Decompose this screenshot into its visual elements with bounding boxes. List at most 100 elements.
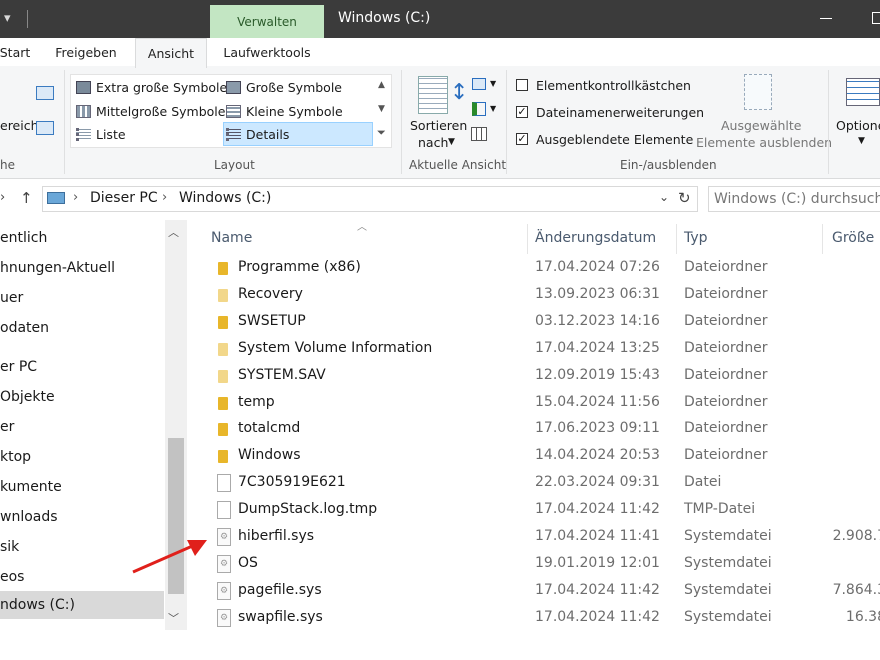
breadcrumb-windows-c[interactable]: Windows (C:) bbox=[179, 190, 271, 206]
hide-selected-label[interactable]: Ausgewählte bbox=[721, 118, 801, 133]
file-row[interactable]: ⚙ swapfile.sys 17.04.2024 11:42 Systemdatei… bbox=[206, 605, 880, 632]
hide-selected-label-2[interactable]: Elemente ausblenden bbox=[696, 135, 832, 150]
details-pane-icon[interactable] bbox=[36, 121, 54, 135]
tab-freigeben[interactable]: Freigeben bbox=[46, 38, 126, 66]
einaus-group-label: Ein-/ausblenden bbox=[620, 158, 717, 172]
nav-item[interactable]: wnloads bbox=[0, 509, 58, 525]
column-header-type[interactable]: Typ bbox=[684, 230, 708, 246]
tab-laufwerktools[interactable]: Laufwerktools bbox=[214, 38, 320, 66]
sort-by-icon[interactable] bbox=[418, 76, 448, 114]
ribbon-tab-row bbox=[0, 38, 880, 67]
file-row[interactable]: totalcmd 17.06.2023 09:11 Dateiordner bbox=[206, 416, 880, 443]
breadcrumb-chevron-icon[interactable]: › bbox=[73, 190, 78, 205]
column-divider[interactable] bbox=[676, 224, 677, 254]
sort-dropdown-icon[interactable]: ▼ bbox=[448, 137, 455, 147]
group-by-icon[interactable] bbox=[472, 78, 486, 90]
nav-item[interactable]: Objekte bbox=[0, 389, 55, 405]
file-row[interactable]: SWSETUP 03.12.2023 14:16 Dateiordner bbox=[206, 309, 880, 336]
tab-start[interactable]: Start bbox=[0, 38, 30, 66]
navigation-pane-icon[interactable] bbox=[36, 86, 54, 100]
file-row[interactable]: temp 15.04.2024 11:56 Dateiordner bbox=[206, 390, 880, 417]
nav-item[interactable]: hnungen-Aktuell bbox=[0, 260, 115, 276]
file-row[interactable]: DumpStack.log.tmp 17.04.2024 11:42 TMP-Dat… bbox=[206, 497, 880, 524]
options-dropdown-icon[interactable]: ▼ bbox=[858, 136, 865, 146]
file-row[interactable]: ⚙ OS 19.01.2019 12:01 Systemdatei bbox=[206, 551, 880, 578]
nav-item[interactable]: eos bbox=[0, 569, 24, 585]
maximize-icon[interactable] bbox=[872, 12, 880, 24]
nav-item[interactable]: sik bbox=[0, 539, 19, 555]
file-row[interactable]: ⚙ hiberfil.sys 17.04.2024 11:41 Systemdatei… bbox=[206, 524, 880, 551]
titlebar-divider bbox=[27, 10, 28, 28]
checkbox-dateinamenerweiterungen[interactable]: ✓ bbox=[516, 106, 528, 118]
column-header-name[interactable]: Name bbox=[211, 230, 252, 246]
file-row[interactable]: 7C305919E621 22.03.2024 09:31 Datei bbox=[206, 470, 880, 497]
file-date: 22.03.2024 09:31 bbox=[535, 474, 660, 491]
file-name: pagefile.sys bbox=[238, 581, 322, 598]
file-name: SYSTEM.SAV bbox=[238, 366, 326, 383]
layout-small-icons[interactable]: Kleine Symbole bbox=[226, 100, 343, 122]
column-divider[interactable] bbox=[822, 224, 823, 254]
column-header-size[interactable]: Größe bbox=[832, 230, 874, 246]
column-divider[interactable] bbox=[527, 224, 528, 254]
gallery-scroll-down-icon[interactable]: ▼ bbox=[378, 104, 385, 114]
file-row[interactable]: ⚙ pagefile.sys 17.04.2024 11:42 Systemdatei… bbox=[206, 578, 880, 605]
file-row[interactable]: Windows 14.04.2024 20:53 Dateiordner bbox=[206, 443, 880, 470]
folder-icon bbox=[218, 342, 228, 356]
nav-item[interactable]: kumente bbox=[0, 479, 62, 495]
address-history-dropdown-icon[interactable]: ⌄ bbox=[659, 190, 669, 204]
checkbox-label-dateinamenerweiterungen[interactable]: Dateinamenerweiterungen bbox=[536, 105, 704, 120]
file-date: 17.04.2024 11:42 bbox=[535, 608, 660, 625]
extra-large-icons-icon bbox=[76, 80, 91, 94]
minimize-icon[interactable] bbox=[820, 18, 832, 19]
nav-scroll-down-icon[interactable]: ﹀ bbox=[168, 610, 179, 626]
refresh-icon[interactable]: ↻ bbox=[678, 189, 691, 207]
checkbox-label-ausgeblendete-elemente[interactable]: Ausgeblendete Elemente bbox=[536, 132, 693, 147]
file-date: 17.04.2024 07:26 bbox=[535, 259, 660, 275]
nav-item[interactable]: ktop bbox=[0, 449, 31, 465]
gallery-expand-icon[interactable]: ⏷ bbox=[377, 126, 386, 140]
checkbox-ausgeblendete-elemente[interactable]: ✓ bbox=[516, 133, 528, 145]
breadcrumb-dieser-pc[interactable]: Dieser PC bbox=[90, 190, 158, 206]
hide-selected-icon[interactable] bbox=[744, 74, 772, 110]
options-icon[interactable] bbox=[846, 78, 880, 106]
nav-item[interactable]: entlich bbox=[0, 230, 47, 246]
breadcrumb-chevron-icon[interactable]: › bbox=[162, 190, 167, 205]
layout-list[interactable]: Liste bbox=[76, 123, 126, 145]
layout-details[interactable]: Details bbox=[226, 123, 289, 145]
forward-icon[interactable]: › bbox=[0, 190, 5, 205]
layout-medium-icons[interactable]: Mittelgroße Symbole bbox=[76, 100, 225, 122]
quick-access-dropdown-icon[interactable]: ▾ bbox=[4, 11, 11, 26]
file-row[interactable]: Recovery 13.09.2023 06:31 Dateiordner bbox=[206, 282, 880, 309]
group-by-dropdown-icon[interactable]: ▼ bbox=[490, 79, 496, 88]
bereich-label[interactable]: ereich bbox=[0, 118, 39, 133]
options-label[interactable]: Optione bbox=[836, 118, 880, 133]
layout-large-icons[interactable]: Große Symbole bbox=[226, 76, 342, 98]
context-tab-verwalten[interactable]: Verwalten bbox=[210, 5, 324, 38]
gallery-scroll-up-icon[interactable]: ▲ bbox=[378, 80, 385, 90]
nav-item[interactable]: odaten bbox=[0, 320, 49, 336]
tab-ansicht[interactable]: Ansicht bbox=[135, 38, 207, 68]
layout-item-label: Große Symbole bbox=[246, 79, 342, 95]
nav-scroll-up-icon[interactable]: ︿ bbox=[168, 224, 179, 240]
sort-by-label-2[interactable]: nach bbox=[418, 135, 448, 150]
file-row[interactable]: System Volume Information 17.04.2024 13:2… bbox=[206, 336, 880, 363]
file-row[interactable]: Programme (x86) 17.04.2024 07:26 Dateiordn… bbox=[206, 255, 880, 282]
file-row[interactable]: SYSTEM.SAV 12.09.2019 15:43 Dateiordner bbox=[206, 363, 880, 390]
add-columns-dropdown-icon[interactable]: ▼ bbox=[490, 104, 496, 113]
file-name: SWSETUP bbox=[238, 312, 306, 329]
large-icons-icon bbox=[226, 80, 241, 94]
file-name: System Volume Information bbox=[238, 339, 433, 356]
nav-item[interactable]: er bbox=[0, 419, 14, 435]
column-header-date[interactable]: Änderungsdatum bbox=[535, 230, 656, 246]
checkbox-label-elementkontrollkaestchen[interactable]: Elementkontrollkästchen bbox=[536, 78, 691, 93]
nav-item[interactable]: ndows (C:) bbox=[0, 597, 75, 613]
layout-extra-large-icons[interactable]: Extra große Symbole bbox=[76, 76, 227, 98]
nav-item[interactable]: er PC bbox=[0, 359, 37, 375]
sort-by-label[interactable]: Sortieren bbox=[410, 118, 467, 133]
nav-item[interactable]: uer bbox=[0, 290, 23, 306]
size-columns-icon[interactable] bbox=[471, 127, 487, 141]
checkbox-elementkontrollkaestchen[interactable] bbox=[516, 79, 528, 91]
add-columns-icon[interactable] bbox=[472, 102, 486, 116]
ribbon-separator bbox=[506, 70, 507, 174]
up-arrow-icon[interactable]: ↑ bbox=[20, 189, 33, 207]
